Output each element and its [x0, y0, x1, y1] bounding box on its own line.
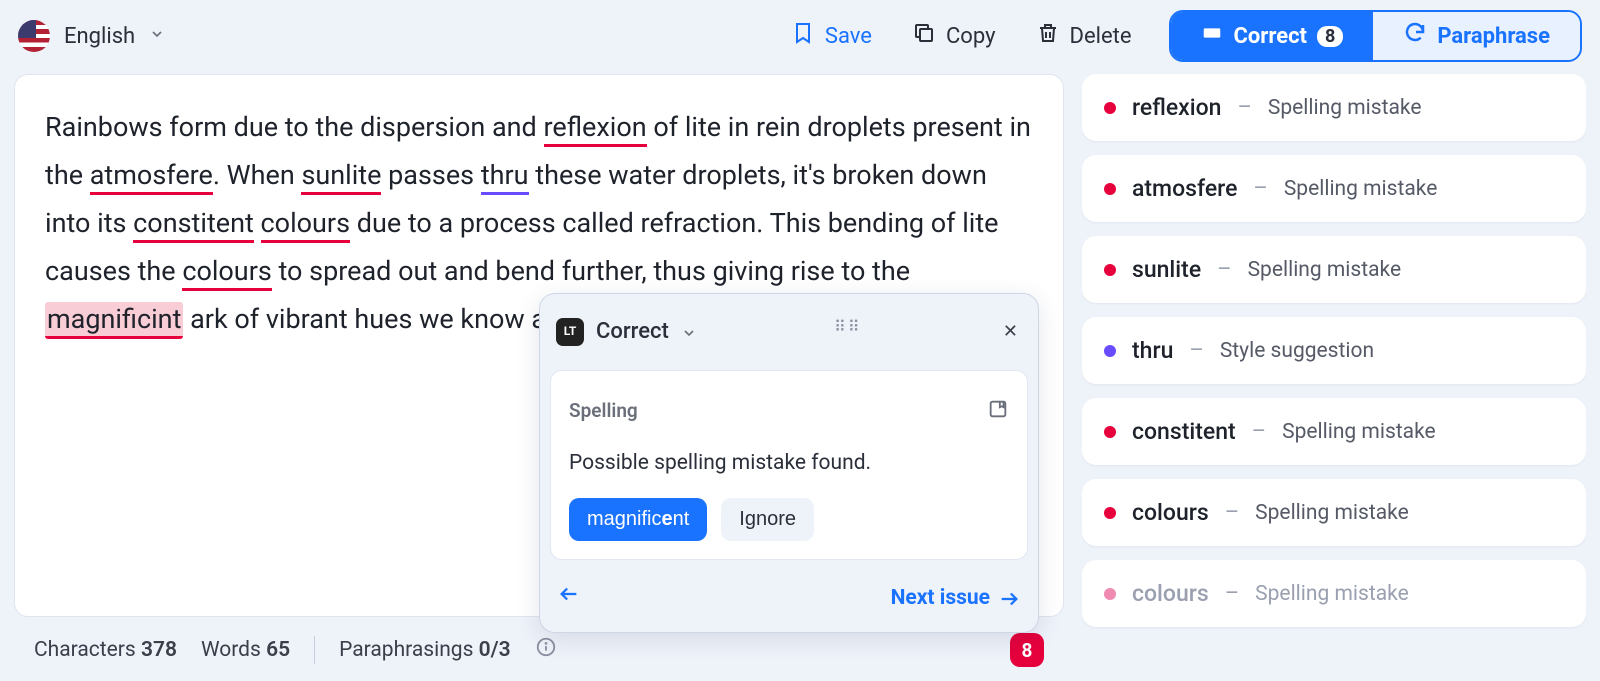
issue-separator: – — [1252, 419, 1266, 444]
error-word-sunlite[interactable]: sunlite — [301, 159, 381, 195]
issue-separator: – — [1217, 257, 1231, 282]
issue-word: colours — [1132, 499, 1209, 526]
issue-item[interactable]: atmosfere–Spelling mistake — [1082, 155, 1586, 222]
issue-dot-icon — [1104, 264, 1116, 276]
issue-type: Spelling mistake — [1282, 420, 1436, 444]
flag-us-icon — [18, 20, 50, 52]
text-segment: . When — [213, 159, 302, 191]
issue-message: Possible spelling mistake found. — [569, 445, 1009, 482]
correct-count-badge: 8 — [1317, 26, 1343, 47]
error-word-colours[interactable]: colours — [261, 207, 350, 243]
issue-dot-icon — [1104, 588, 1116, 600]
error-word-constitent[interactable]: constitent — [133, 207, 254, 243]
text-segment: Rainbows form due to the dispersion and — [45, 111, 544, 143]
issue-item[interactable]: colours–Spelling mistake — [1082, 479, 1586, 546]
save-label: Save — [825, 24, 872, 49]
issue-word: colours — [1132, 580, 1209, 607]
issue-category: Spelling — [569, 394, 638, 428]
prev-issue-button[interactable] — [558, 581, 580, 617]
issue-separator: – — [1225, 581, 1239, 606]
save-button[interactable]: Save — [791, 21, 872, 51]
chevron-down-icon[interactable] — [681, 308, 697, 356]
issue-type: Spelling mistake — [1268, 96, 1422, 120]
text-segment: passes — [381, 159, 480, 191]
issue-dot-icon — [1104, 345, 1116, 357]
chevron-down-icon — [149, 26, 165, 46]
issue-type: Style suggestion — [1220, 339, 1374, 363]
ignore-button[interactable]: Ignore — [721, 498, 814, 541]
copy-icon — [912, 21, 936, 51]
info-icon[interactable] — [535, 636, 557, 664]
issue-word: sunlite — [1132, 256, 1201, 283]
popup-body: Spelling Possible spelling mistake found… — [550, 370, 1028, 560]
stat-paraphrasings: Paraphrasings 0/3 — [339, 638, 511, 662]
issue-type: Spelling mistake — [1284, 177, 1438, 201]
tab-correct[interactable]: Correct 8 — [1171, 12, 1373, 60]
copy-button[interactable]: Copy — [912, 21, 996, 51]
text-segment: to spread out and bend further, thus giv… — [272, 255, 910, 287]
text-segment — [254, 207, 261, 239]
issue-word: reflexion — [1132, 94, 1221, 121]
bookmark-icon — [791, 21, 815, 51]
divider — [314, 636, 315, 664]
close-icon[interactable]: ✕ — [999, 312, 1022, 352]
language-label: English — [64, 24, 135, 49]
issue-item[interactable]: sunlite–Spelling mistake — [1082, 236, 1586, 303]
issue-separator: – — [1189, 338, 1203, 363]
error-word-colours[interactable]: colours — [182, 255, 271, 291]
next-issue-button[interactable]: Next issue — [891, 580, 1020, 617]
trash-icon — [1036, 21, 1060, 51]
next-issue-label: Next issue — [891, 580, 990, 617]
delete-label: Delete — [1070, 24, 1132, 49]
issue-word: atmosfere — [1132, 175, 1237, 202]
issue-item[interactable]: constitent–Spelling mistake — [1082, 398, 1586, 465]
issue-type: Spelling mistake — [1255, 501, 1409, 525]
issue-item[interactable]: colours–Spelling mistake — [1082, 560, 1586, 627]
issue-word: constitent — [1132, 418, 1236, 445]
issue-dot-icon — [1104, 426, 1116, 438]
issue-item[interactable]: thru–Style suggestion — [1082, 317, 1586, 384]
error-word-atmosfere[interactable]: atmosfere — [90, 159, 213, 195]
error-count-badge[interactable]: 8 — [1010, 633, 1044, 667]
dictionary-icon[interactable] — [987, 387, 1009, 435]
error-word-magnificint-active[interactable]: magnificint — [45, 302, 183, 339]
issue-type: Spelling mistake — [1255, 582, 1409, 606]
language-selector[interactable]: English — [18, 20, 165, 52]
issue-item[interactable]: reflexion–Spelling mistake — [1082, 74, 1586, 141]
lt-logo-icon: LT — [556, 318, 584, 346]
issue-type: Spelling mistake — [1248, 258, 1402, 282]
issue-separator: – — [1237, 95, 1251, 120]
tab-paraphrase-label: Paraphrase — [1437, 24, 1550, 49]
tab-correct-label: Correct — [1233, 24, 1307, 49]
copy-label: Copy — [946, 24, 996, 49]
issues-sidebar: reflexion–Spelling mistakeatmosfere–Spel… — [1082, 74, 1586, 681]
correction-popup: LT Correct ⠿⠿ ✕ Spelling — [539, 293, 1039, 633]
issue-dot-icon — [1104, 183, 1116, 195]
error-word-reflexion[interactable]: reflexion — [544, 111, 647, 147]
mode-tabs: Correct 8 Paraphrase — [1169, 10, 1582, 62]
paraphrase-icon — [1403, 21, 1427, 51]
issue-dot-icon — [1104, 507, 1116, 519]
correct-icon — [1201, 22, 1223, 50]
text-editor[interactable]: Rainbows form due to the dispersion and … — [14, 74, 1064, 617]
issue-separator: – — [1253, 176, 1267, 201]
stat-characters: Characters 378 — [34, 638, 177, 662]
delete-button[interactable]: Delete — [1036, 21, 1132, 51]
toolbar-actions: Save Copy Delete — [791, 21, 1132, 51]
tab-paraphrase[interactable]: Paraphrase — [1373, 12, 1580, 60]
drag-handle-icon[interactable]: ⠿⠿ — [709, 313, 987, 341]
topbar: English Save Copy — [0, 0, 1600, 74]
issue-separator: – — [1225, 500, 1239, 525]
popup-title: Correct — [596, 312, 669, 351]
suggestion-button[interactable]: magnificent — [569, 498, 707, 541]
issue-dot-icon — [1104, 102, 1116, 114]
issue-word: thru — [1132, 337, 1173, 364]
error-word-thru[interactable]: thru — [481, 159, 529, 195]
stat-words: Words 65 — [201, 638, 290, 662]
